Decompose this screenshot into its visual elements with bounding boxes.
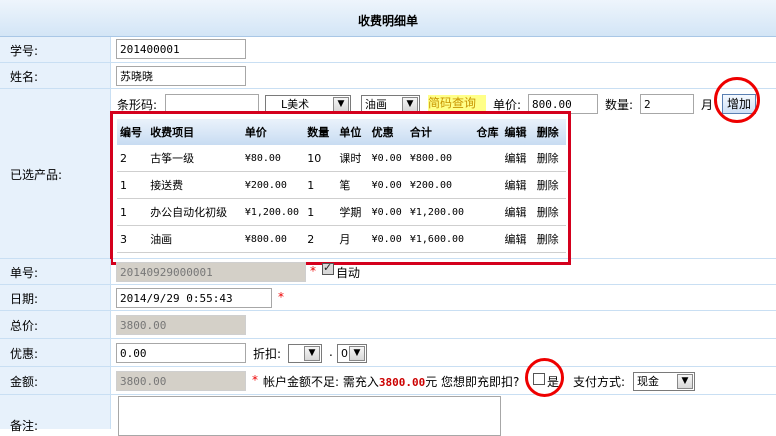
highlight-circle bbox=[525, 358, 564, 397]
highlight-box bbox=[110, 111, 571, 265]
student-id-label: 学号: bbox=[10, 44, 39, 58]
total-input bbox=[116, 315, 246, 335]
lookup-link[interactable]: 简码查询 bbox=[428, 95, 486, 112]
row-student-name: 姓名: bbox=[0, 63, 776, 89]
memo-label: 备注: bbox=[10, 419, 39, 433]
amount-label: 金额: bbox=[10, 375, 39, 389]
required-mark: * bbox=[310, 264, 316, 278]
memo-textarea[interactable] bbox=[118, 396, 501, 436]
row-student-id: 学号: bbox=[0, 37, 776, 63]
chevron-down-icon: ▼ bbox=[402, 97, 418, 112]
order-no-input bbox=[116, 262, 306, 282]
insufficient-notice: 帐户金额不足: 需充入3800.00元 您想即充即扣? bbox=[263, 375, 520, 389]
amount-input bbox=[116, 371, 246, 391]
auto-checkbox[interactable] bbox=[322, 261, 334, 275]
chevron-down-icon: ▼ bbox=[304, 346, 320, 361]
student-name-input[interactable] bbox=[116, 66, 246, 86]
pay-method-select[interactable]: 现金 ▼ bbox=[633, 372, 695, 391]
row-amount: 金额: * 帐户金额不足: 需充入3800.00元 您想即充即扣? 是 支付方式… bbox=[0, 367, 776, 395]
date-input[interactable] bbox=[116, 288, 272, 308]
discount-label: 优惠: bbox=[10, 347, 39, 361]
row-discount: 优惠: 折扣: ▼ . 0 ▼ bbox=[0, 339, 776, 367]
highlight-circle bbox=[714, 77, 760, 123]
row-order-no: 单号: * 自动 bbox=[0, 259, 776, 285]
date-label: 日期: bbox=[10, 292, 39, 306]
chevron-down-icon: ▼ bbox=[677, 374, 693, 389]
pay-label: 支付方式: bbox=[573, 375, 626, 389]
rebate-integer-select[interactable]: ▼ bbox=[288, 344, 322, 363]
unit-text: 月 bbox=[701, 98, 714, 112]
chevron-down-icon: ▼ bbox=[333, 97, 349, 112]
chevron-down-icon: ▼ bbox=[349, 346, 365, 361]
qty-label: 数量: bbox=[605, 98, 634, 112]
qty-input[interactable] bbox=[640, 94, 694, 114]
discount-input[interactable] bbox=[116, 343, 246, 363]
rebate-decimal-select[interactable]: 0 ▼ bbox=[337, 344, 367, 363]
rebate-dot: . bbox=[329, 345, 333, 359]
row-date: 日期: * bbox=[0, 285, 776, 311]
required-mark: * bbox=[252, 373, 258, 387]
page-title: 收费明细单 bbox=[0, 0, 776, 37]
student-id-input[interactable] bbox=[116, 39, 246, 59]
auto-label: 自动 bbox=[336, 266, 361, 280]
student-name-label: 姓名: bbox=[10, 70, 39, 84]
total-label: 总价: bbox=[10, 319, 39, 333]
order-no-label: 单号: bbox=[10, 266, 39, 280]
rebate-label: 折扣: bbox=[253, 347, 282, 361]
selected-products-label: 已选产品: bbox=[10, 168, 63, 182]
required-mark: * bbox=[278, 290, 284, 304]
row-total: 总价: bbox=[0, 311, 776, 339]
